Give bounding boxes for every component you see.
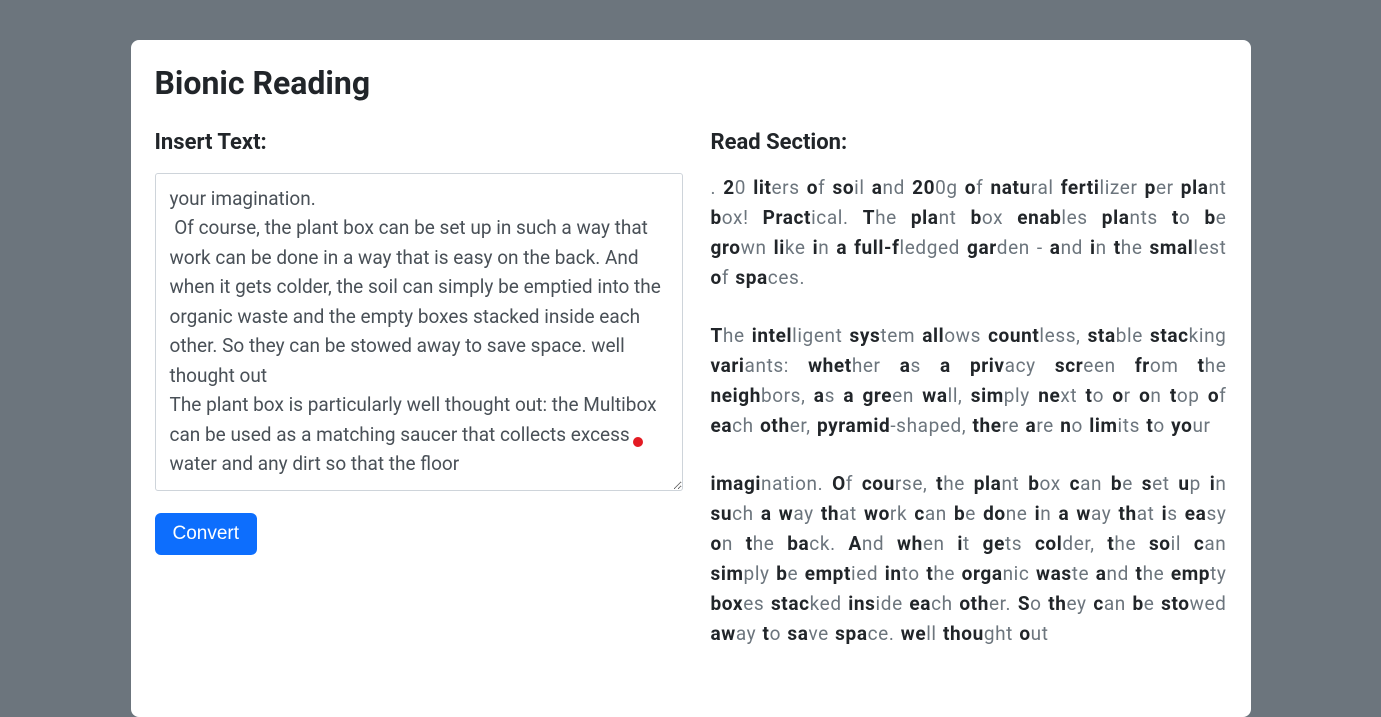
insert-text-label: Insert Text: [155, 130, 683, 155]
red-dot-icon [633, 437, 643, 447]
convert-button[interactable]: Convert [155, 513, 258, 555]
right-column: Read Section: . 20 liters of soil and 20… [707, 130, 1227, 677]
left-column: Insert Text: Convert [155, 130, 683, 677]
read-paragraph: . 20 liters of soil and 200g of natural … [711, 173, 1227, 293]
read-paragraph: The intelligent system allows countless,… [711, 321, 1227, 441]
text-input[interactable] [155, 173, 683, 491]
columns: Insert Text: Convert Read Section: . 20 … [155, 130, 1227, 677]
read-output: . 20 liters of soil and 200g of natural … [711, 173, 1227, 649]
read-section-label: Read Section: [711, 130, 1227, 155]
app-card: Bionic Reading Insert Text: Convert Read… [131, 40, 1251, 717]
page-title: Bionic Reading [155, 64, 1227, 102]
read-paragraph: imagination. Of course, the plant box ca… [711, 469, 1227, 649]
